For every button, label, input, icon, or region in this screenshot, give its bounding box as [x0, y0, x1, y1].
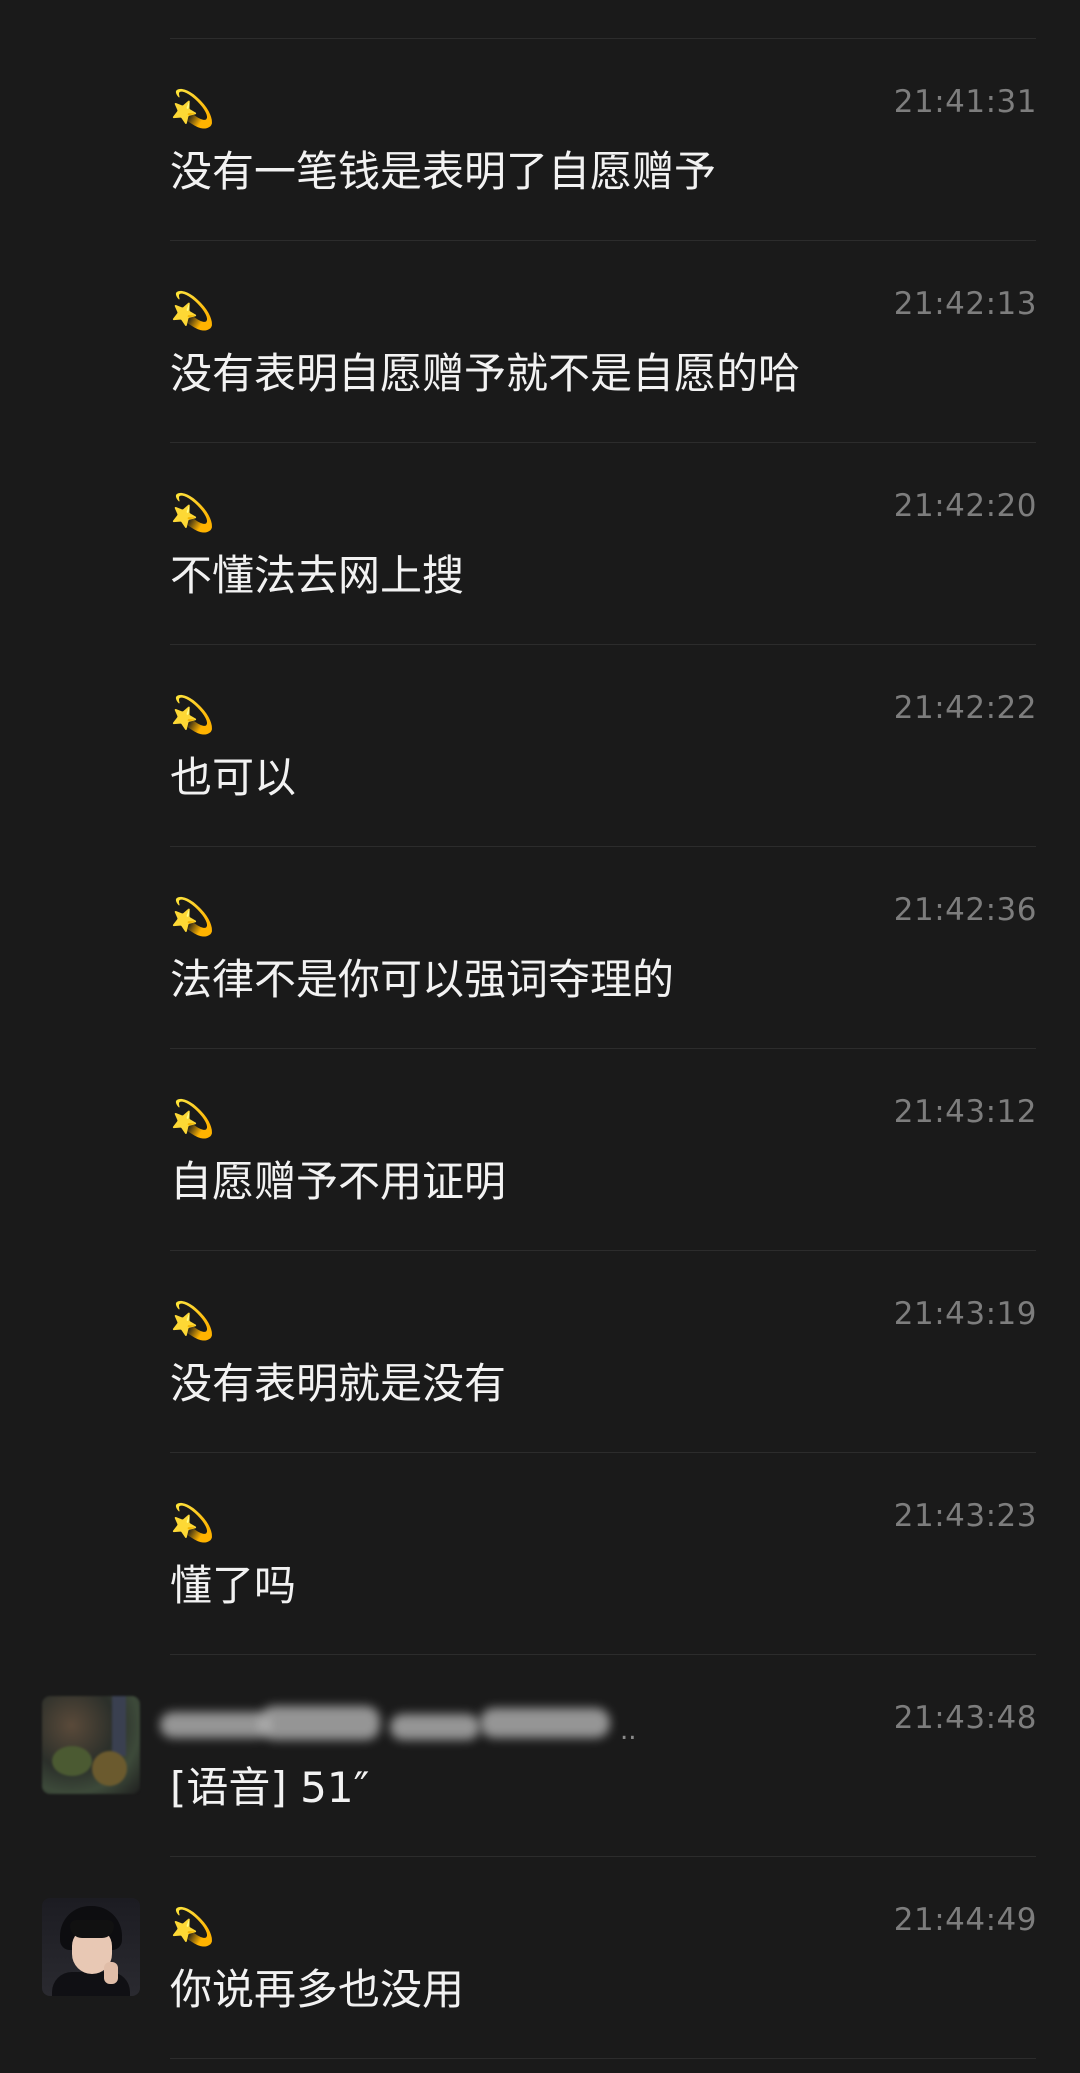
chat-message[interactable]: 💫 21:41:31 没有一笔钱是表明了自愿赠予 [0, 38, 1080, 240]
message-time: 21:42:20 [893, 488, 1037, 524]
chat-message[interactable]: .. 21:43:48 [语音] 51″ [0, 1654, 1080, 1856]
message-time: 21:43:23 [893, 1498, 1037, 1534]
message-text: 你说再多也没用 [170, 1965, 465, 2014]
avatar[interactable] [42, 1696, 140, 1794]
message-text: 没有表明自愿赠予就不是自愿的哈 [170, 349, 801, 398]
sender-emoji-icon: 💫 [170, 1301, 215, 1342]
message-text: 懂了吗 [170, 1561, 297, 1610]
chat-message-list: 💫 21:41:31 没有一笔钱是表明了自愿赠予 💫 21:42:13 没有表明… [0, 0, 1080, 2073]
message-text: 没有一笔钱是表明了自愿赠予 [170, 147, 717, 196]
message-time: 21:44:49 [893, 1902, 1037, 1938]
message-time: 21:42:36 [893, 892, 1037, 928]
message-time: 21:42:13 [893, 286, 1037, 322]
name-ellipsis: .. [620, 1716, 637, 1746]
message-time: 21:43:12 [893, 1094, 1037, 1130]
sender-emoji-icon: 💫 [170, 493, 215, 534]
sender-emoji-icon: 💫 [170, 695, 215, 736]
chat-message[interactable]: 💫 21:42:22 也可以 [0, 644, 1080, 846]
message-time: 21:42:22 [893, 690, 1037, 726]
chat-message[interactable]: 💫 21:43:19 没有表明就是没有 [0, 1250, 1080, 1452]
sender-emoji-icon: 💫 [170, 897, 215, 938]
chat-message[interactable]: 💫 21:43:12 自愿赠予不用证明 [0, 1048, 1080, 1250]
message-text: 法律不是你可以强词夺理的 [170, 955, 675, 1004]
chat-message[interactable]: 💫 21:42:36 法律不是你可以强词夺理的 [0, 846, 1080, 1048]
message-text: 不懂法去网上搜 [170, 551, 465, 600]
message-text: 也可以 [170, 753, 297, 802]
sender-emoji-icon: 💫 [170, 89, 215, 130]
avatar[interactable] [42, 1898, 140, 1996]
chat-message[interactable]: 💫 21:42:13 没有表明自愿赠予就不是自愿的哈 [0, 240, 1080, 442]
message-text: 没有表明就是没有 [170, 1359, 507, 1408]
chat-message[interactable]: 💫 21:44:49 你说再多也没用 [0, 1856, 1080, 2058]
blurred-sender-name: .. [160, 1698, 640, 1748]
message-time: 21:41:31 [893, 84, 1037, 120]
sender-emoji-icon: 💫 [170, 291, 215, 332]
sender-emoji-icon: 💫 [170, 1099, 215, 1140]
chat-message[interactable]: 💫 21:43:23 懂了吗 [0, 1452, 1080, 1654]
divider [170, 2058, 1036, 2059]
sender-emoji-icon: 💫 [170, 1503, 215, 1544]
chat-message[interactable]: 💫 21:42:20 不懂法去网上搜 [0, 442, 1080, 644]
sender-emoji-icon: 💫 [170, 1907, 215, 1948]
message-time: 21:43:19 [893, 1296, 1037, 1332]
message-text: 自愿赠予不用证明 [170, 1157, 507, 1206]
message-time: 21:43:48 [893, 1700, 1037, 1736]
voice-message-text[interactable]: [语音] 51″ [170, 1754, 369, 1815]
